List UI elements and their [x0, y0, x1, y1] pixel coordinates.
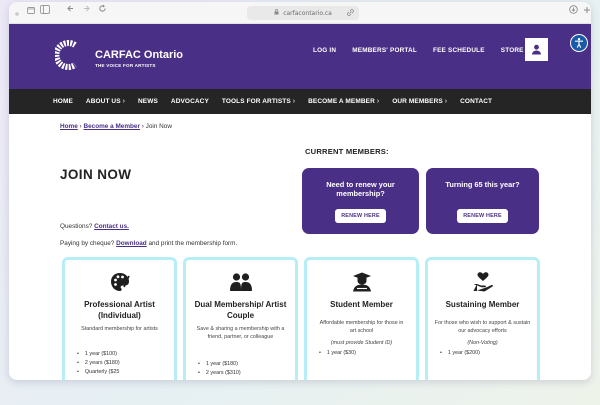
plan-card-sustaining[interactable]: Sustaining Member For those who wish to …	[425, 257, 540, 380]
questions-text: Questions?	[60, 223, 93, 230]
nav-tools-for-artists[interactable]: TOOLS FOR ARTISTS	[222, 98, 291, 105]
plan-description: Save & sharing a membership with a frien…	[196, 326, 285, 340]
price-option: Quarterly ($25	[77, 368, 120, 377]
plan-note: (must provide Student ID)	[330, 339, 393, 346]
price-option: 1 year ($200)	[440, 349, 480, 358]
plan-name: Student Member	[330, 300, 393, 309]
members-portal-link[interactable]: MEMBERS' PORTAL	[352, 46, 417, 56]
browser-window: carfacontario.ca CARFAC Ontario THE VOIC…	[9, 2, 591, 380]
reload-icon[interactable]	[98, 4, 107, 18]
renew-here-button[interactable]: RENEW HERE	[335, 209, 386, 223]
price-option: 1 year ($30)	[319, 349, 356, 358]
plan-price-list: 1 year ($180) 2 years ($310)	[198, 360, 241, 378]
plan-price-list: 1 year ($30)	[319, 349, 356, 358]
main-nav: HOME ABOUT US › NEWS ADVOCACY TOOLS FOR …	[9, 89, 591, 114]
current-members-heading: CURRENT MEMBERS:	[305, 147, 389, 156]
cheque-text: Paying by cheque?	[60, 240, 115, 247]
traffic-lights	[15, 7, 19, 21]
cheque-line: Paying by cheque? Download and print the…	[60, 240, 237, 247]
utility-nav: LOG IN MEMBERS' PORTAL FEE SCHEDULE STOR…	[313, 46, 524, 56]
breadcrumb-become-a-member[interactable]: Become a Member	[83, 123, 139, 130]
nav-home[interactable]: HOME	[53, 98, 73, 105]
chevron-right-icon: ›	[292, 98, 296, 105]
main-content: Home › Become a Member › Join Now JOIN N…	[9, 114, 591, 380]
url-text: carfacontario.ca	[283, 9, 332, 17]
brand-name[interactable]: CARFAC Ontario	[95, 49, 183, 61]
plan-price-list: 1 year ($100) 2 years ($180) Quarterly (…	[77, 350, 120, 377]
student-icon	[307, 269, 416, 295]
breadcrumb-separator: ›	[141, 123, 144, 130]
plan-card-student[interactable]: Student Member Affordable membership for…	[304, 257, 419, 380]
brand-tagline: THE VOICE FOR ARTISTS	[95, 63, 156, 68]
plan-name: Dual Membership/ Artist Couple	[194, 300, 287, 320]
page-title: JOIN NOW	[60, 167, 132, 182]
plan-price-list: 1 year ($200)	[440, 349, 480, 358]
user-icon	[532, 44, 541, 55]
senior-renew-here-button[interactable]: RENEW HERE	[457, 209, 508, 223]
senior-renew-card: Turning 65 this year? RENEW HERE	[426, 168, 539, 234]
plan-card-dual[interactable]: Dual Membership/ Artist Couple Save & sh…	[183, 257, 298, 380]
plan-description: For those who wish to support & sustain …	[434, 319, 531, 334]
palette-icon	[65, 269, 174, 295]
tab-icon[interactable]	[27, 6, 35, 20]
back-icon[interactable]	[66, 4, 75, 18]
price-option: 1 year ($100)	[77, 350, 120, 359]
nav-about-us[interactable]: ABOUT US	[86, 98, 121, 105]
price-option: 2 years ($180)	[77, 359, 120, 368]
address-bar[interactable]: carfacontario.ca	[247, 6, 359, 20]
sidebar-toggle-icon[interactable]	[40, 5, 50, 19]
store-link[interactable]: STORE	[501, 46, 524, 56]
plan-name: Sustaining Member	[445, 300, 520, 309]
plan-description: Affordable membership for those in art s…	[319, 319, 404, 334]
contact-us-link[interactable]: Contact us.	[94, 223, 129, 230]
plan-note: (Non-Voting)	[467, 339, 498, 346]
price-option: 2 years ($310)	[198, 369, 241, 378]
price-option: 1 year ($180)	[198, 360, 241, 369]
share-link-icon[interactable]	[347, 8, 354, 18]
nav-become-a-member[interactable]: BECOME A MEMBER	[308, 98, 375, 105]
nav-contact[interactable]: CONTACT	[460, 98, 492, 105]
forward-icon[interactable]	[82, 4, 91, 18]
download-icon[interactable]	[569, 5, 578, 19]
questions-line: Questions? Contact us.	[60, 223, 129, 230]
login-link[interactable]: LOG IN	[313, 46, 336, 56]
site-header: CARFAC Ontario THE VOICE FOR ARTISTS LOG…	[9, 24, 591, 89]
fee-schedule-link[interactable]: FEE SCHEDULE	[433, 46, 485, 56]
plan-card-professional[interactable]: Professional Artist (Individual) Standar…	[62, 257, 177, 380]
plan-name: Professional Artist (Individual)	[84, 300, 155, 320]
account-button[interactable]	[525, 38, 548, 61]
plan-description: Standard membership for artists	[81, 326, 158, 332]
download-form-link[interactable]: Download	[116, 240, 147, 247]
lock-icon	[274, 9, 279, 17]
chevron-right-icon: ›	[444, 98, 448, 105]
breadcrumb-separator: ›	[79, 123, 82, 130]
breadcrumb-home[interactable]: Home	[60, 123, 78, 130]
carfac-logo-icon[interactable]	[53, 39, 79, 71]
cheque-suffix-text: and print the membership form.	[148, 240, 238, 247]
chevron-right-icon: ›	[376, 98, 380, 105]
renew-card-question: Turning 65 this year?	[445, 180, 520, 189]
accessibility-button[interactable]	[570, 34, 588, 52]
nav-advocacy[interactable]: ADVOCACY	[171, 98, 209, 105]
couple-icon	[186, 269, 295, 295]
breadcrumb: Home › Become a Member › Join Now	[60, 123, 172, 130]
add-tab-icon[interactable]	[583, 5, 591, 19]
browser-toolbar: carfacontario.ca	[9, 2, 591, 24]
heart-hand-icon	[428, 269, 537, 295]
chevron-right-icon: ›	[122, 98, 125, 105]
renew-card-question: Need to renew your membership?	[326, 180, 395, 198]
renew-card: Need to renew your membership? RENEW HER…	[302, 168, 419, 234]
breadcrumb-current: Join Now	[145, 123, 172, 130]
nav-our-members[interactable]: OUR MEMBERS	[392, 98, 443, 105]
accessibility-icon	[575, 38, 583, 48]
nav-news[interactable]: NEWS	[138, 98, 158, 105]
